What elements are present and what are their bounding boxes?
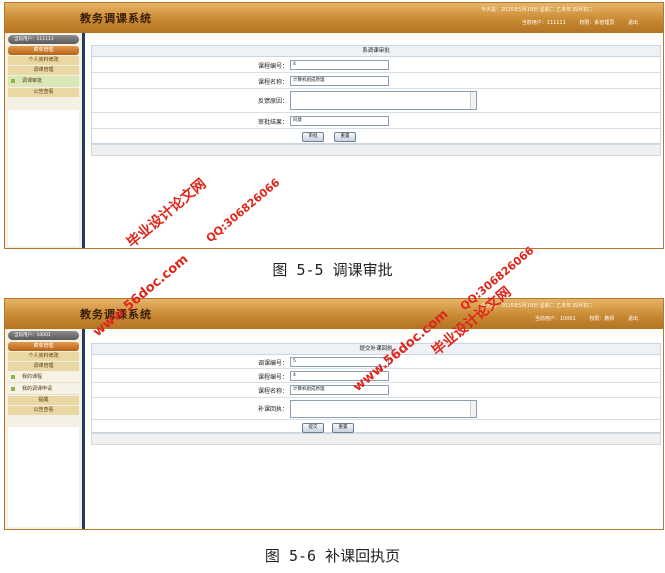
field-label: 课程编号： (257, 63, 288, 70)
form-row: 课程名称： 计算机组成原理 (92, 383, 660, 398)
field-label: 课程名称： (257, 79, 288, 86)
form-row: 补课回执： (92, 398, 660, 420)
sidebar-user-badge: 当前用户：10001 (8, 331, 79, 340)
sidebar-item-label: 调课审批 (22, 78, 43, 84)
sidebar-item-schedule[interactable]: 调课管理 (8, 362, 79, 371)
course-name-field[interactable]: 计算机组成原理 (290, 76, 389, 86)
logout-link[interactable]: 退出 (628, 316, 638, 322)
sidebar: 当前用户：10001 菜单管理 个人资料修改 调课管理 我的课程 我的调课申请 … (5, 329, 85, 529)
form-row: 课程名称： 计算机组成原理 (92, 73, 660, 89)
course-name-field[interactable]: 计算机组成原理 (290, 385, 389, 395)
sidebar-item-notices[interactable]: 公告查看 (8, 406, 79, 415)
bullet-icon (11, 387, 15, 391)
scrollbar[interactable] (470, 401, 476, 417)
sidebar-item-schedule[interactable]: 调课管理 (8, 66, 79, 75)
form-title: 提交补课回执 (92, 344, 660, 355)
approve-button[interactable]: 审批 (302, 132, 324, 142)
field-label: 课程编号： (257, 374, 288, 381)
sidebar-user-badge: 当前用户：111111 (8, 35, 79, 44)
figure-caption-5-5: 图 5-5 调课审批 (272, 261, 393, 279)
sidebar-item-my-requests[interactable]: 我的调课申请 (8, 384, 79, 395)
form-row: 反馈原因： (92, 89, 660, 113)
current-user: 当前用户：111111 (521, 20, 566, 26)
sidebar-menu-header[interactable]: 菜单管理 (8, 46, 79, 55)
field-label: 课程名称： (257, 388, 288, 395)
course-id-field[interactable]: 4 (290, 60, 389, 70)
sidebar-item-profile[interactable]: 个人资料修改 (8, 56, 79, 65)
sidebar-item-my-courses[interactable]: 我的课程 (8, 372, 79, 383)
form-row: 课程编号： 4 (92, 57, 660, 73)
footer-strip (91, 433, 661, 445)
form-title: 系调课审批 (92, 46, 660, 57)
bullet-icon (11, 79, 15, 83)
sidebar-item-profile[interactable]: 个人资料修改 (8, 352, 79, 361)
sidebar-blank (8, 427, 79, 527)
reset-button[interactable]: 重置 (332, 423, 354, 433)
user-role: 权限：系管理员 (579, 20, 615, 26)
form-row: 审批结果： 同意 (92, 113, 660, 129)
approval-result-field[interactable]: 同意 (290, 116, 389, 126)
sidebar-blank (8, 110, 79, 246)
form-actions: 提交 重置 (92, 420, 660, 434)
sidebar-item-label: 我的课程 (22, 374, 43, 380)
date-text: 今天是：2015年5月19日 星期二 乙未年 四月初二 (480, 7, 593, 13)
feedback-reason-textarea[interactable] (290, 91, 477, 110)
main-content: 提交补课回执 调课编号： 5 课程编号： 4 课程名称： 计算机组成原理 补课回… (85, 329, 663, 529)
submit-button[interactable]: 提交 (302, 423, 324, 433)
receipt-form: 提交补课回执 调课编号： 5 课程编号： 4 课程名称： 计算机组成原理 补课回… (91, 343, 661, 433)
scrollbar[interactable] (470, 92, 476, 109)
sidebar-item-reminders[interactable]: 提醒 (8, 396, 79, 405)
form-actions: 审批 重置 (92, 129, 660, 145)
bullet-icon (11, 375, 15, 379)
user-info: 当前用户：10001 权限：教师 退出 (523, 315, 638, 322)
logout-link[interactable]: 退出 (628, 20, 638, 26)
receipt-textarea[interactable] (290, 400, 477, 418)
screenshot-course-approval: 教务调课系统 今天是：2015年5月19日 星期二 乙未年 四月初二 当前用户：… (4, 2, 664, 249)
app-title: 教务调课系统 (80, 12, 152, 25)
field-label: 反馈原因： (257, 98, 288, 105)
figure-caption-5-6: 图 5-6 补课回执页 (264, 547, 401, 565)
reset-button[interactable]: 重置 (334, 132, 356, 142)
sidebar-item-notices[interactable]: 公告查看 (8, 88, 79, 97)
approval-form: 系调课审批 课程编号： 4 课程名称： 计算机组成原理 反馈原因： 审批结果： … (91, 45, 661, 144)
sidebar-menu-header[interactable]: 菜单管理 (8, 342, 79, 351)
field-label: 调课编号： (257, 360, 288, 367)
user-info: 当前用户：111111 权限：系管理员 退出 (510, 19, 638, 26)
sidebar: 当前用户：111111 菜单管理 个人资料修改 调课管理 调课审批 公告查看 (5, 33, 85, 248)
user-role: 权限：教师 (589, 316, 615, 322)
app-header: 教务调课系统 今天是：2015年5月19日 星期二 乙未年 四月初二 当前用户：… (5, 3, 663, 33)
field-label: 审批结果： (257, 119, 288, 126)
field-label: 补课回执： (257, 406, 288, 413)
footer-strip (91, 144, 661, 156)
current-user: 当前用户：10001 (534, 316, 576, 322)
sidebar-item-label: 我的调课申请 (22, 386, 53, 392)
sidebar-item-approval[interactable]: 调课审批 (8, 76, 79, 87)
